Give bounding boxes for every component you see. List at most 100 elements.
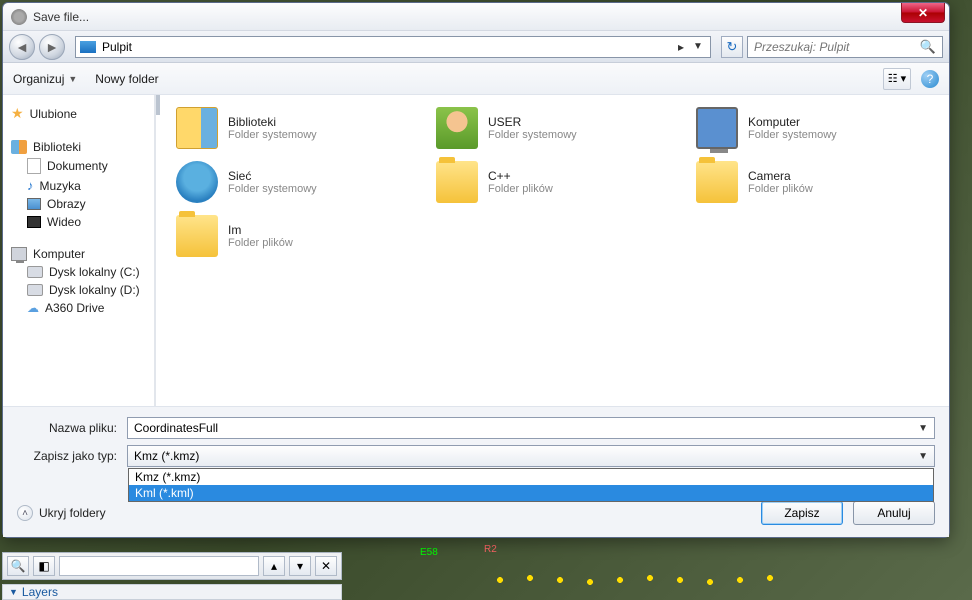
file-subtitle: Folder systemowy (488, 129, 577, 141)
folder-icon (436, 161, 478, 203)
filetype-label: Zapisz jako typ: (17, 449, 127, 463)
app-up-icon[interactable]: ▴ (263, 556, 285, 576)
search-box[interactable]: 🔍 (747, 36, 943, 58)
video-icon (27, 216, 41, 228)
save-button[interactable]: Zapisz (761, 501, 843, 525)
filetype-option[interactable]: Kml (*.kml) (129, 485, 933, 501)
music-icon: ♪ (27, 178, 34, 193)
folder-icon (696, 161, 738, 203)
file-list-pane[interactable]: BibliotekiFolder systemowyUSERFolder sys… (155, 95, 949, 406)
hide-folders-label: Ukryj foldery (39, 506, 106, 520)
file-name: Biblioteki (228, 115, 317, 129)
chevron-down-icon: ▼ (68, 74, 77, 84)
app-search-icon[interactable]: 🔍 (7, 556, 29, 576)
filename-label: Nazwa pliku: (17, 421, 127, 435)
sidebar-drive-c[interactable]: Dysk lokalny (C:) (7, 263, 150, 281)
file-subtitle: Folder plików (488, 183, 553, 195)
map-road-tag-1: E58 (420, 547, 438, 558)
splitter-handle[interactable] (156, 95, 160, 115)
address-location: Pulpit (102, 40, 672, 54)
nav-back-button[interactable]: ◄ (9, 34, 35, 60)
body-area: ★ Ulubione Biblioteki Dokumenty ♪Muzyka … (3, 95, 949, 406)
new-folder-button[interactable]: Nowy folder (95, 72, 158, 86)
new-folder-label: Nowy folder (95, 72, 158, 86)
chevron-up-icon: ˄ (17, 505, 33, 521)
layers-panel-header[interactable]: Layers (2, 584, 342, 600)
sidebar-item-pictures[interactable]: Obrazy (7, 195, 150, 213)
sidebar-favorites[interactable]: ★ Ulubione (7, 103, 150, 124)
sidebar-item-documents[interactable]: Dokumenty (7, 156, 150, 176)
organize-button[interactable]: Organizuj ▼ (13, 72, 77, 86)
computer-label: Komputer (33, 247, 85, 261)
file-subtitle: Folder systemowy (228, 129, 317, 141)
app-down-icon[interactable]: ▾ (289, 556, 311, 576)
folder-icon (436, 107, 478, 149)
app-lower-toolbar: 🔍 ◧ ▴ ▾ ✕ (2, 552, 342, 580)
cancel-button[interactable]: Anuluj (853, 501, 935, 525)
hide-folders-toggle[interactable]: ˄ Ukryj foldery (17, 505, 106, 521)
filename-dropdown-icon[interactable]: ▼ (918, 423, 928, 434)
sidebar-a360-drive[interactable]: ☁A360 Drive (7, 299, 150, 317)
titlebar: Save file... (3, 3, 949, 31)
file-item[interactable]: USERFolder systemowy (432, 103, 662, 153)
filetype-dropdown-list: Kmz (*.kmz)Kml (*.kml) (128, 468, 934, 502)
search-input[interactable] (754, 40, 920, 54)
filetype-dropdown-icon[interactable]: ▼ (918, 451, 928, 462)
app-panel-icon[interactable]: ◧ (33, 556, 55, 576)
sidebar-drive-d[interactable]: Dysk lokalny (D:) (7, 281, 150, 299)
organize-label: Organizuj (13, 72, 64, 86)
nav-forward-button[interactable]: ► (39, 34, 65, 60)
window-title: Save file... (33, 10, 89, 24)
file-item[interactable]: BibliotekiFolder systemowy (172, 103, 402, 153)
folder-icon (176, 107, 218, 149)
address-dropdown-icon[interactable]: ▼ (690, 41, 706, 52)
file-name: USER (488, 115, 577, 129)
close-button[interactable] (901, 3, 945, 23)
folder-icon (176, 215, 218, 257)
filetype-combo[interactable]: Kmz (*.kmz) ▼ Kmz (*.kmz)Kml (*.kml) (127, 445, 935, 467)
breadcrumb-chevron-icon[interactable]: ▸ (672, 40, 690, 54)
disk-icon (27, 284, 43, 296)
sidebar-libraries[interactable]: Biblioteki (7, 138, 150, 156)
app-close-icon[interactable]: ✕ (315, 556, 337, 576)
file-subtitle: Folder plików (748, 183, 813, 195)
file-item[interactable]: SiećFolder systemowy (172, 157, 402, 207)
file-subtitle: Folder systemowy (228, 183, 317, 195)
cloud-icon: ☁ (27, 301, 39, 315)
computer-icon (11, 247, 27, 261)
sidebar-computer[interactable]: Komputer (7, 245, 150, 263)
desktop-icon (80, 41, 96, 53)
libraries-icon (11, 140, 27, 154)
file-item[interactable]: CameraFolder plików (692, 157, 922, 207)
file-name: Komputer (748, 115, 837, 129)
favorites-label: Ulubione (30, 107, 77, 121)
star-icon: ★ (11, 105, 24, 122)
libraries-label: Biblioteki (33, 140, 81, 154)
sidebar-item-videos[interactable]: Wideo (7, 213, 150, 231)
app-search-input[interactable] (59, 556, 259, 576)
address-bar[interactable]: Pulpit ▸ ▼ (75, 36, 711, 58)
bottom-panel: Nazwa pliku: CoordinatesFull ▼ Zapisz ja… (3, 406, 949, 537)
file-item[interactable]: ImFolder plików (172, 211, 402, 261)
help-button[interactable]: ? (921, 70, 939, 88)
file-item[interactable]: C++Folder plików (432, 157, 662, 207)
sidebar: ★ Ulubione Biblioteki Dokumenty ♪Muzyka … (3, 95, 155, 406)
document-icon (27, 158, 41, 174)
filetype-option[interactable]: Kmz (*.kmz) (129, 469, 933, 485)
file-item[interactable]: KomputerFolder systemowy (692, 103, 922, 153)
filename-field[interactable]: CoordinatesFull ▼ (127, 417, 935, 439)
file-name: C++ (488, 169, 553, 183)
nav-bar: ◄ ► Pulpit ▸ ▼ ↻ 🔍 (3, 31, 949, 63)
refresh-button[interactable]: ↻ (721, 36, 743, 58)
file-subtitle: Folder plików (228, 237, 293, 249)
folder-icon (176, 161, 218, 203)
filetype-selected: Kmz (*.kmz) (134, 449, 199, 463)
picture-icon (27, 198, 41, 210)
filename-value: CoordinatesFull (134, 421, 218, 435)
sidebar-item-music[interactable]: ♪Muzyka (7, 176, 150, 195)
folder-icon (696, 107, 738, 149)
view-mode-button[interactable]: ☷ ▾ (883, 68, 911, 90)
disk-icon (27, 266, 43, 278)
search-icon[interactable]: 🔍 (920, 39, 936, 55)
file-name: Camera (748, 169, 813, 183)
